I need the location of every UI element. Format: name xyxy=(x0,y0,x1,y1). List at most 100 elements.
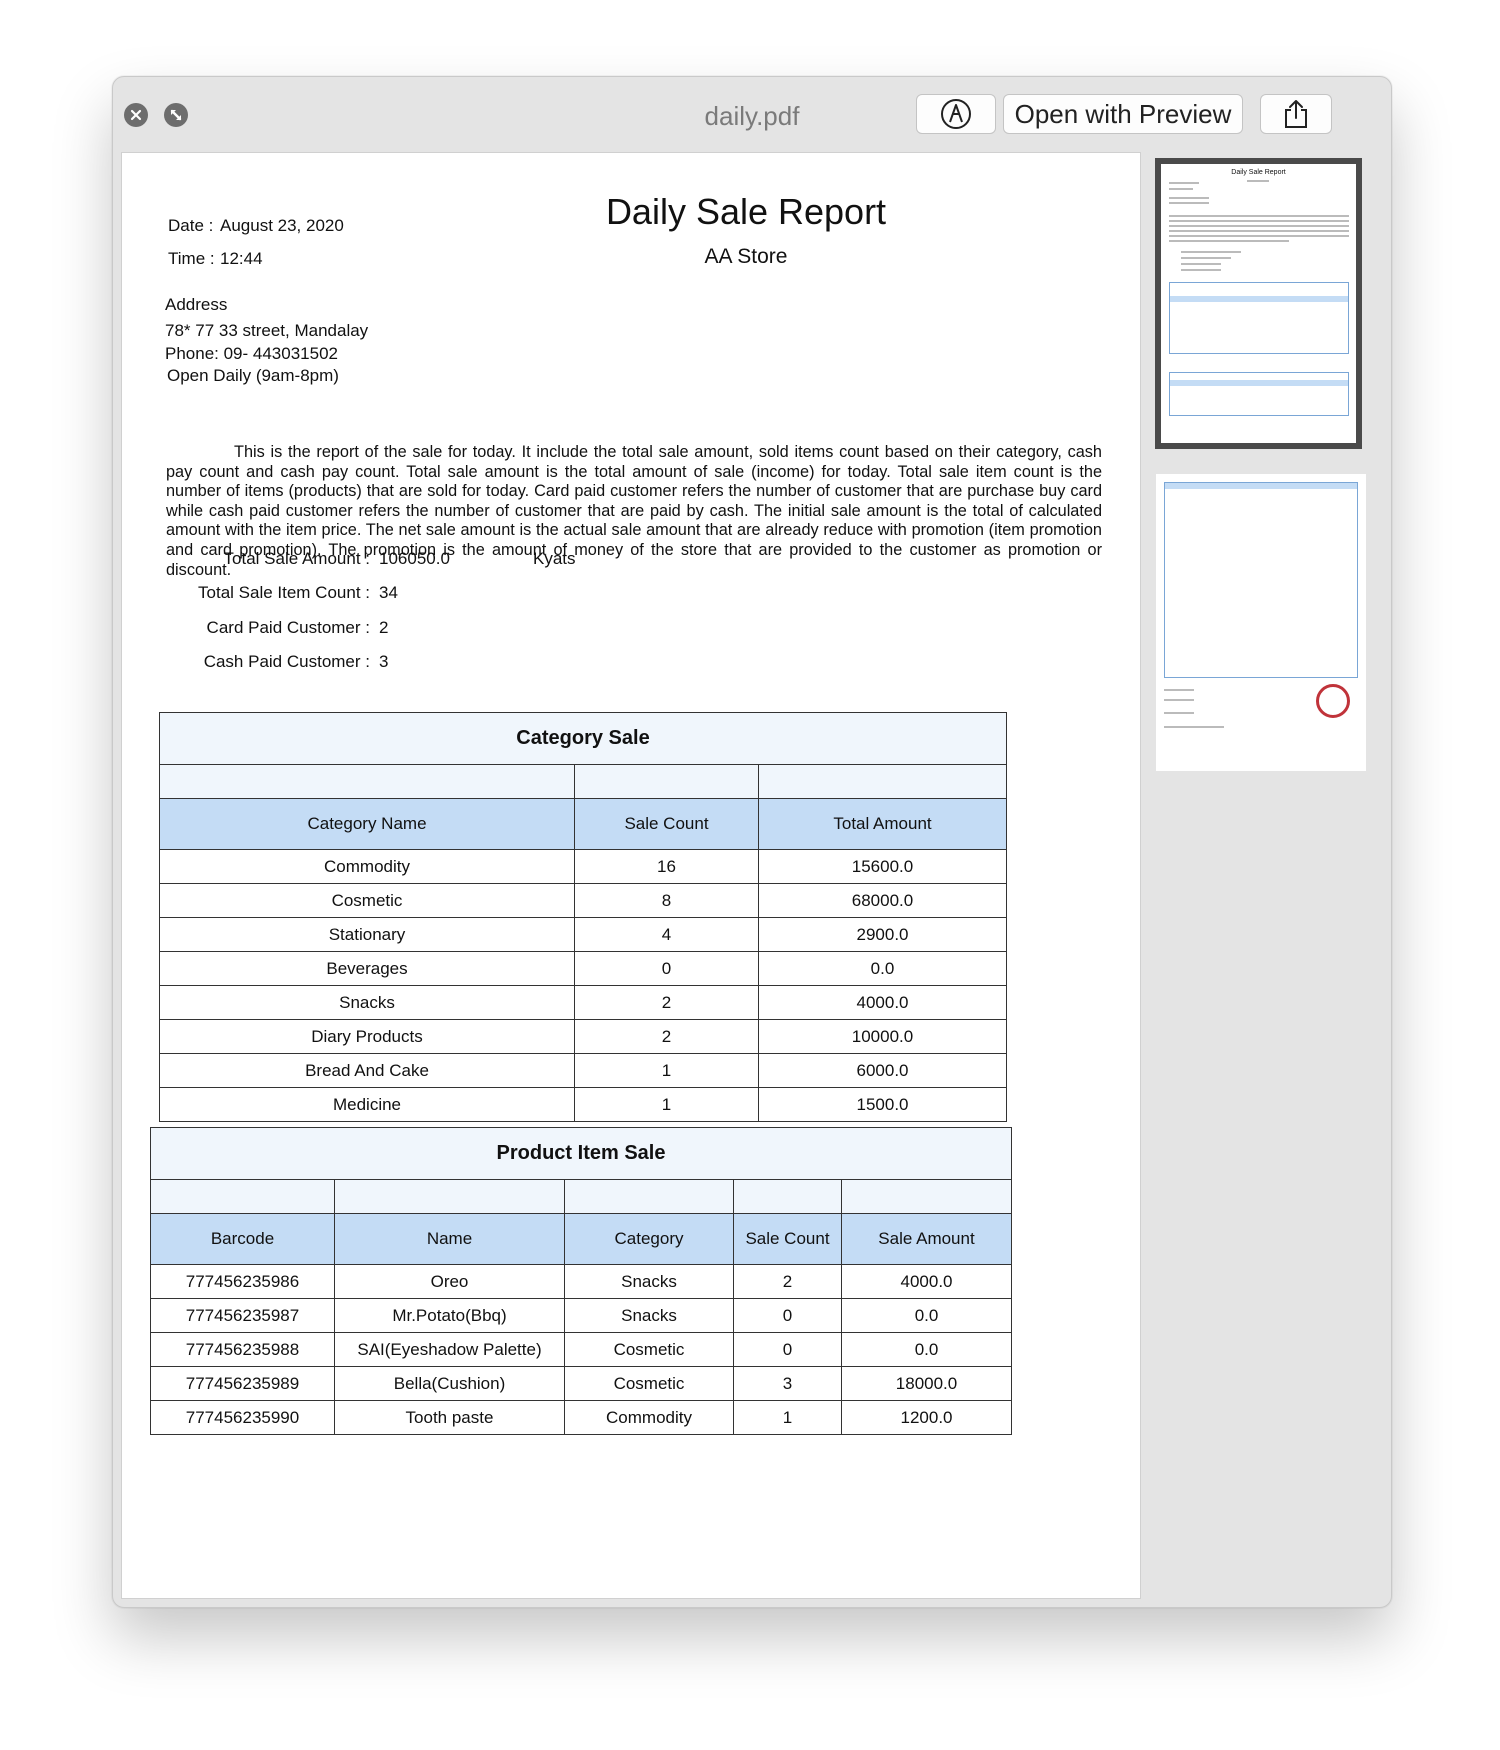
phone-line: Phone: 09- 443031502 xyxy=(165,344,338,363)
category-table-caption: Category Sale xyxy=(159,712,1007,765)
share-icon xyxy=(1285,100,1307,128)
column-header: Sale Amount xyxy=(840,1213,1013,1265)
page-thumbnail-1[interactable]: Daily Sale Report xyxy=(1155,158,1362,449)
table-row: 777456235987 Mr.Potato(Bbq) Snacks 0 0.0 xyxy=(150,1298,1013,1333)
table-cell: 0 xyxy=(733,1298,842,1333)
date-value: August 23, 2020 xyxy=(220,216,344,235)
column-header: Total Amount xyxy=(758,798,1007,850)
table-cell: 777456235987 xyxy=(150,1298,335,1333)
column-header: Category Name xyxy=(159,798,575,850)
fullscreen-icon xyxy=(170,109,182,121)
table-cell: Mr.Potato(Bbq) xyxy=(334,1298,565,1333)
table-cell: Cosmetic xyxy=(159,883,575,918)
table-cell: 777456235990 xyxy=(150,1400,335,1435)
category-sale-table: Category Sale Category Name Sale Count T… xyxy=(159,712,1007,1122)
table-row: 777456235988 SAI(Eyeshadow Palette) Cosmet… xyxy=(150,1332,1013,1367)
table-cell: Tooth paste xyxy=(334,1400,565,1435)
table-cell: 8 xyxy=(574,883,759,918)
cash-paid-value: 3 xyxy=(379,652,389,671)
pdf-page: Daily Sale Report AA Store Date : August… xyxy=(121,152,1141,1599)
table-cell: 2 xyxy=(574,985,759,1020)
table-cell: 6000.0 xyxy=(758,1053,1007,1088)
table-cell: 2 xyxy=(733,1264,842,1299)
table-cell: 1 xyxy=(574,1087,759,1122)
table-row: Medicine 1 1500.0 xyxy=(159,1087,1007,1122)
table-cell: Medicine xyxy=(159,1087,575,1122)
column-header: Sale Count xyxy=(574,798,759,850)
table-cell: Diary Products xyxy=(159,1019,575,1054)
time-label: Time : xyxy=(168,249,215,268)
table-cell: 0 xyxy=(733,1332,842,1367)
category-table-header: Category Name Sale Count Total Amount xyxy=(159,798,1007,850)
table-row: Diary Products 2 10000.0 xyxy=(159,1019,1007,1054)
currency-label: Kyats xyxy=(533,549,576,568)
preview-window: daily.pdf Open with Preview Daily Sale R… xyxy=(112,76,1392,1608)
table-cell: Commodity xyxy=(159,849,575,884)
table-cell: SAI(Eyeshadow Palette) xyxy=(334,1332,565,1367)
thumbnail-title: Daily Sale Report xyxy=(1231,169,1286,176)
table-cell: Commodity xyxy=(564,1400,734,1435)
card-paid-label: Card Paid Customer : xyxy=(206,618,370,637)
cash-paid-label: Cash Paid Customer : xyxy=(203,652,370,671)
column-header: Barcode xyxy=(150,1213,335,1265)
table-row: 777456235989 Bella(Cushion) Cosmetic 3 18000… xyxy=(150,1366,1013,1401)
table-cell: 2900.0 xyxy=(758,917,1007,952)
stamp-icon xyxy=(1316,684,1350,718)
markup-pen-icon xyxy=(941,99,971,129)
table-cell: 0.0 xyxy=(840,1332,1013,1367)
store-name: AA Store xyxy=(704,245,788,268)
card-paid-value: 2 xyxy=(379,618,389,637)
table-row: Stationary 4 2900.0 xyxy=(159,917,1007,952)
table-row: Snacks 2 4000.0 xyxy=(159,985,1007,1020)
table-cell: 1500.0 xyxy=(758,1087,1007,1122)
table-row: 777456235986 Oreo Snacks 2 4000.0 xyxy=(150,1264,1013,1299)
open-with-preview-button[interactable]: Open with Preview xyxy=(1003,94,1243,134)
table-cell: 4000.0 xyxy=(840,1264,1013,1299)
table-cell: 3 xyxy=(733,1366,842,1401)
close-button[interactable] xyxy=(124,103,148,127)
titlebar: daily.pdf Open with Preview xyxy=(113,77,1391,149)
table-cell: Cosmetic xyxy=(564,1366,734,1401)
table-row: Beverages 0 0.0 xyxy=(159,951,1007,986)
item-count-value: 34 xyxy=(379,583,398,602)
table-cell: 4 xyxy=(574,917,759,952)
table-cell: Beverages xyxy=(159,951,575,986)
table-cell: 4000.0 xyxy=(758,985,1007,1020)
table-cell: 18000.0 xyxy=(840,1366,1013,1401)
share-button[interactable] xyxy=(1260,94,1332,134)
hours-line: Open Daily (9am-8pm) xyxy=(167,366,339,385)
table-cell: 0.0 xyxy=(758,951,1007,986)
product-table-header: Barcode Name Category Sale Count Sale Am… xyxy=(150,1213,1013,1265)
column-header: Category xyxy=(564,1213,734,1265)
table-row: Bread And Cake 1 6000.0 xyxy=(159,1053,1007,1088)
column-header: Sale Count xyxy=(733,1213,842,1265)
table-cell: Bread And Cake xyxy=(159,1053,575,1088)
address-heading: Address xyxy=(165,295,228,314)
table-cell: Cosmetic xyxy=(564,1332,734,1367)
table-cell: 68000.0 xyxy=(758,883,1007,918)
total-sale-label: Total Sale Amount : xyxy=(223,549,370,568)
thumbnail-sidebar: Daily Sale Report xyxy=(1149,152,1391,1599)
table-cell: Snacks xyxy=(159,985,575,1020)
markup-button[interactable] xyxy=(916,94,996,134)
table-cell: 2 xyxy=(574,1019,759,1054)
fullscreen-button[interactable] xyxy=(164,103,188,127)
product-item-sale-table: Product Item Sale Barcode Name Category … xyxy=(149,1127,1013,1435)
table-cell: Snacks xyxy=(564,1264,734,1299)
total-sale-value: 106050.0 xyxy=(379,549,450,568)
table-row: Cosmetic 8 68000.0 xyxy=(159,883,1007,918)
table-cell: Stationary xyxy=(159,917,575,952)
table-cell: 777456235988 xyxy=(150,1332,335,1367)
table-row: Commodity 16 15600.0 xyxy=(159,849,1007,884)
table-cell: 1 xyxy=(574,1053,759,1088)
date-label: Date : xyxy=(168,216,214,235)
table-row: 777456235990 Tooth paste Commodity 1 1200.0 xyxy=(150,1400,1013,1435)
table-cell: 10000.0 xyxy=(758,1019,1007,1054)
page-thumbnail-2[interactable] xyxy=(1156,474,1366,771)
product-table-caption: Product Item Sale xyxy=(149,1127,1013,1180)
address-line: 78* 77 33 street, Mandalay xyxy=(165,321,369,340)
close-icon xyxy=(130,109,142,121)
table-cell: 0 xyxy=(574,951,759,986)
column-header: Name xyxy=(334,1213,565,1265)
table-cell: Snacks xyxy=(564,1298,734,1333)
